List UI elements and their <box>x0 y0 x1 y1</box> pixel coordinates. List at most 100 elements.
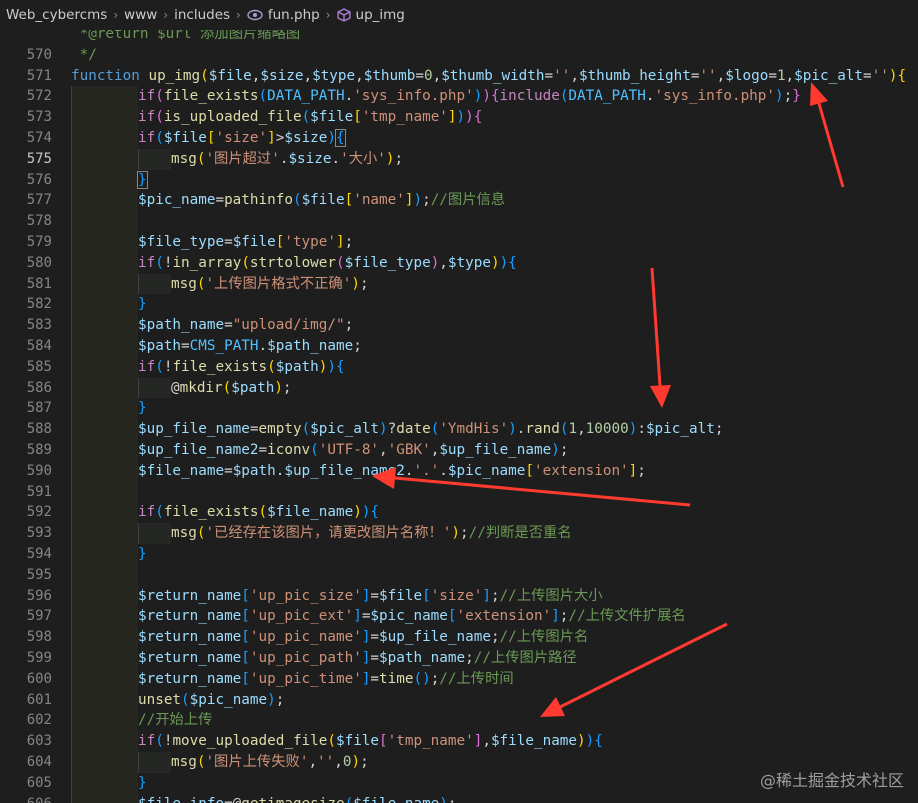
code-line[interactable]: 603 if(!move_uploaded_file($file['tmp_nam… <box>0 731 918 752</box>
code-token: getimagesize <box>241 796 344 803</box>
code-line[interactable]: 594} <box>0 544 918 565</box>
code-token: , <box>570 67 579 84</box>
code-line[interactable]: 587} <box>0 398 918 420</box>
code-token: "upload/img/" <box>232 317 345 334</box>
line-number: 586 <box>26 379 52 396</box>
code-token: , <box>716 67 726 84</box>
code-line[interactable]: *@return $url 添加图片缩略图 <box>0 30 918 45</box>
code-token: ] <box>551 608 560 625</box>
code-line[interactable]: 574 if($file['size']>$size){ <box>0 128 918 149</box>
code-token: : <box>637 421 646 438</box>
code-text: $return_name['up_pic_time']=time();//上传时… <box>138 669 514 690</box>
code-line[interactable]: 575 msg('图片超过'.$size.'大小'); <box>0 148 918 170</box>
code-line[interactable]: 581 msg('上传图片格式不正确'); <box>0 273 918 295</box>
code-token: , <box>379 442 388 458</box>
code-line[interactable]: 601 unset($pic_name); <box>0 689 918 711</box>
code-token: ; <box>344 317 354 334</box>
line-number: 602 <box>26 712 52 729</box>
code-token: 'up_pic_path' <box>249 650 362 666</box>
breadcrumb-symbol-up-img[interactable]: up_img <box>356 7 405 23</box>
line-number: 601 <box>26 691 52 708</box>
indent-highlight <box>71 460 138 482</box>
code-line[interactable]: 578 <box>0 211 918 232</box>
code-line[interactable]: 576} <box>0 169 918 191</box>
code-line[interactable]: 585 if(!file_exists($path)){ <box>0 356 918 378</box>
code-token: $path_name <box>138 317 225 334</box>
indent-highlight <box>71 315 138 336</box>
code-line[interactable]: 597 $return_name['up_pic_ext']=$pic_name[… <box>0 606 918 628</box>
code-line[interactable]: 590 $file_name=$path.$up_file_name2.'.'.$… <box>0 460 918 482</box>
code-token: = <box>258 442 268 458</box>
code-line[interactable]: 571 function up_img($file,$size,$type,$th… <box>0 66 918 87</box>
code-text: $path=CMS_PATH.$path_name; <box>138 336 362 357</box>
chevron-right-icon: › <box>236 8 241 22</box>
code-line[interactable]: 600 $return_name['up_pic_time']=time();//… <box>0 668 918 690</box>
breadcrumb-file-fun-php[interactable]: fun.php <box>268 7 320 23</box>
code-token: 'name' <box>353 192 405 209</box>
code-token: $up_file_name2 <box>138 442 259 458</box>
code-token: ] <box>482 587 491 604</box>
code-line[interactable]: 580 if(!in_array(strtolower($file_type),$… <box>0 252 918 274</box>
indent-highlight <box>71 627 138 648</box>
line-number: 606 <box>0 794 52 803</box>
code-token: ] <box>628 462 638 479</box>
code-line[interactable]: 572 if(file_exists(DATA_PATH.'sys_info.ph… <box>0 86 918 108</box>
code-token: . <box>645 88 655 105</box>
code-token: if <box>138 88 156 105</box>
code-token: ; <box>783 88 793 105</box>
code-token: ; <box>460 525 469 542</box>
code-line[interactable]: 579 $file_type=$file['type']; <box>0 232 918 253</box>
code-token: 10000 <box>585 421 629 438</box>
breadcrumb-folder-web-cybercms[interactable]: Web_cybercms <box>6 7 107 23</box>
indent-guide <box>71 398 72 420</box>
indent-highlight <box>71 689 138 711</box>
indent-highlight <box>71 564 138 586</box>
code-token: ) <box>577 733 586 750</box>
code-token: $path <box>231 379 275 396</box>
breadcrumb-folder-www[interactable]: www <box>124 7 157 23</box>
code-line[interactable]: 598 $return_name['up_pic_name']=$up_file_… <box>0 627 918 648</box>
code-token: if <box>138 733 156 750</box>
code-token: ( <box>301 109 311 126</box>
code-line[interactable]: 592 if(file_exists($file_name)){ <box>0 502 918 524</box>
code-line[interactable]: 599 $return_name['up_pic_path']=$path_nam… <box>0 648 918 669</box>
code-line[interactable]: 595 <box>0 564 918 586</box>
code-token: ) <box>482 88 491 105</box>
code-line[interactable]: 588 $up_file_name=empty($pic_alt)?date('Y… <box>0 419 918 440</box>
code-line[interactable]: 584 $path=CMS_PATH.$path_name; <box>0 336 918 357</box>
code-token: ; <box>360 754 369 770</box>
code-line[interactable]: 606 $file_info=@getimagesize($file_name); <box>0 793 918 803</box>
code-token: { <box>473 109 483 126</box>
code-token: [ <box>241 608 250 625</box>
code-line[interactable]: 570 */ <box>0 45 918 66</box>
code-token: ; <box>448 796 457 803</box>
line-number: 575 <box>26 150 52 167</box>
code-token: '图片上传失败' <box>205 754 309 770</box>
code-line[interactable]: 586 @mkdir($path); <box>0 377 918 399</box>
code-line[interactable]: 582} <box>0 294 918 316</box>
code-line[interactable]: 583 $path_name="upload/img/"; <box>0 315 918 336</box>
code-line[interactable]: 591 <box>0 481 918 503</box>
code-token: ) <box>379 421 388 438</box>
code-token: //图片信息 <box>430 192 506 209</box>
code-token: '' <box>871 67 889 84</box>
code-token: } <box>137 170 148 189</box>
code-token: { <box>897 67 907 84</box>
code-line[interactable]: 602 //开始上传 <box>0 710 918 732</box>
indent-guide <box>71 481 72 503</box>
code-token: date <box>396 421 431 438</box>
code-text: } <box>138 544 147 565</box>
indent-highlight <box>71 752 138 773</box>
code-line[interactable]: 589 $up_file_name2=iconv('UTF-8','GBK',$u… <box>0 440 918 461</box>
indent-highlight <box>71 169 138 191</box>
code-editor[interactable]: *@return $url 添加图片缩略图 570 */571 function u… <box>0 30 918 803</box>
code-line[interactable]: 593 msg('已经存在该图片，请更改图片名称！');//判断是否重名 <box>0 523 918 544</box>
code-line[interactable]: 573 if(is_uploaded_file($file['tmp_name']… <box>0 107 918 128</box>
code-token: ] <box>336 234 345 250</box>
code-line[interactable]: 596 $return_name['up_pic_size']=$file['si… <box>0 585 918 607</box>
code-token: msg <box>171 525 197 542</box>
indent-highlight <box>71 606 138 628</box>
code-line[interactable]: 577 $pic_name=pathinfo($file['name']);//图… <box>0 190 918 212</box>
breadcrumb-folder-includes[interactable]: includes <box>174 7 230 23</box>
code-text: if(is_uploaded_file($file['tmp_name'])){ <box>138 107 482 128</box>
